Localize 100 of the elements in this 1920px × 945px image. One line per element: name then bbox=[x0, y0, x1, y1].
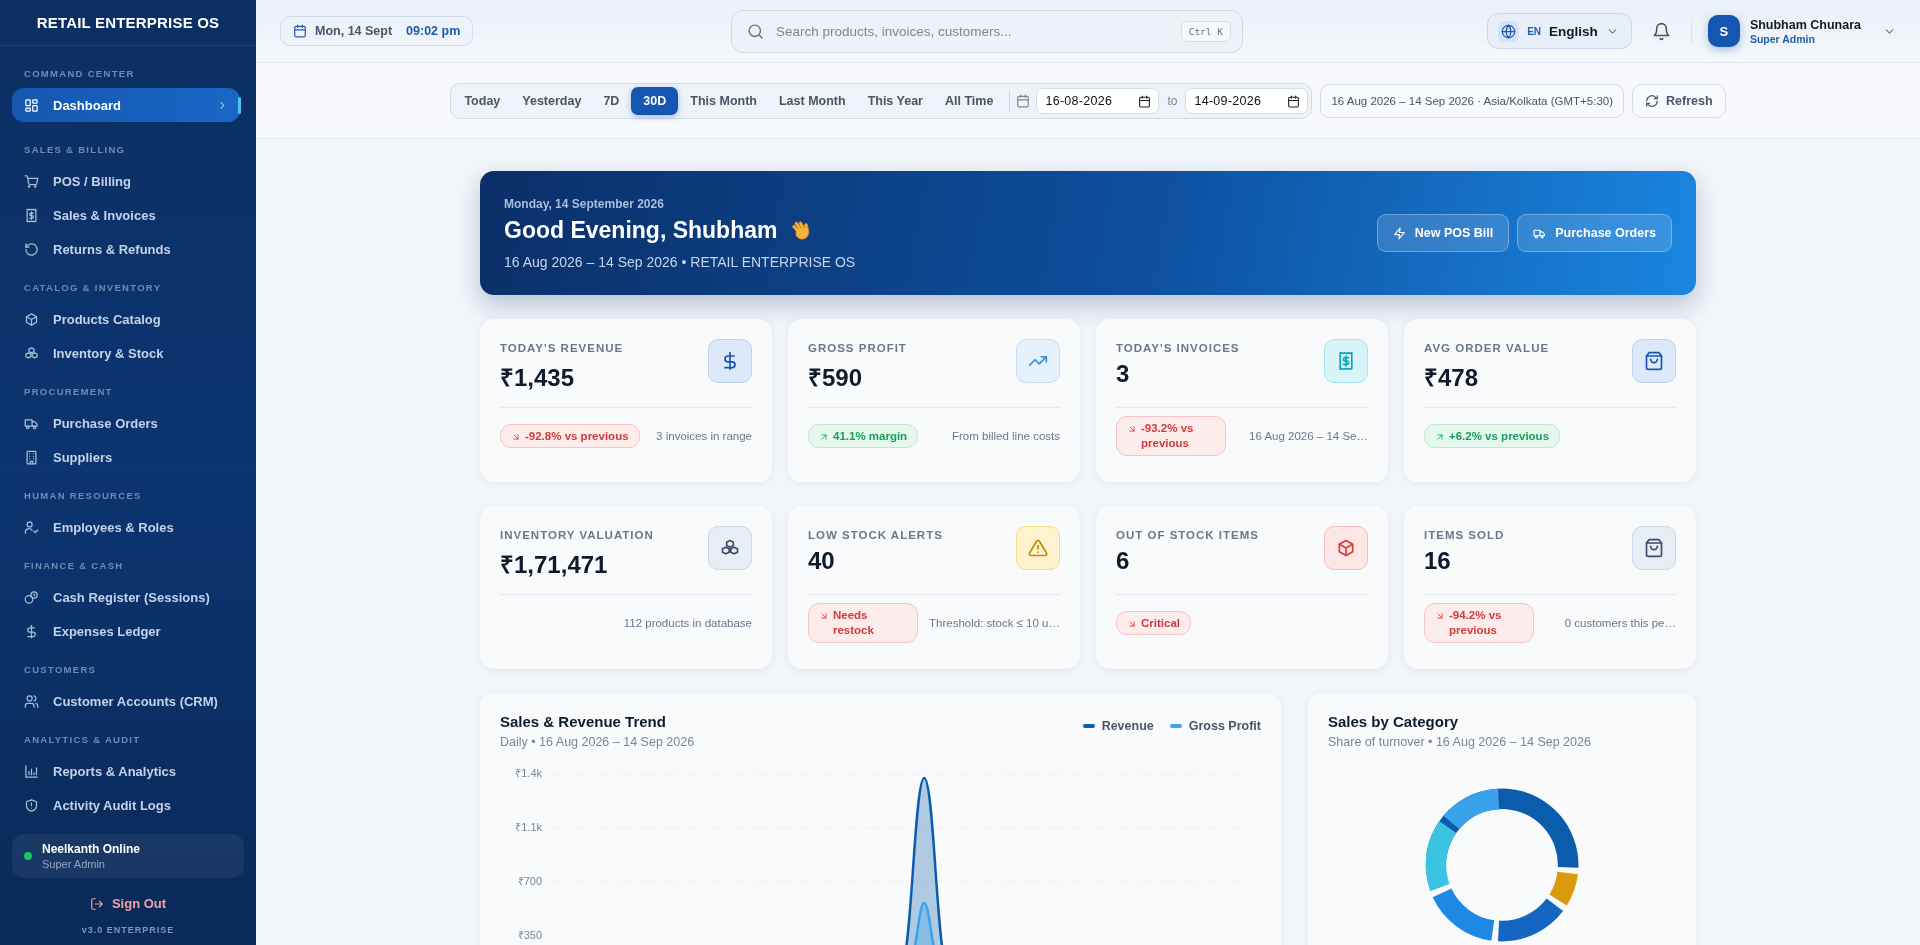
arrow-down-right-icon bbox=[511, 431, 521, 442]
range-tab[interactable]: Yesterday bbox=[512, 86, 592, 115]
axis-label: ₹350 bbox=[516, 928, 542, 943]
range-tab[interactable]: Today bbox=[454, 86, 511, 115]
shield-icon bbox=[24, 797, 39, 813]
stat-label: TODAY'S INVOICES bbox=[1116, 342, 1240, 354]
arrow-up-right-icon bbox=[1435, 431, 1445, 442]
trend-badge: +6.2% vs previous bbox=[1424, 423, 1561, 449]
dashboard-icon bbox=[24, 97, 39, 113]
to-label: to bbox=[1167, 93, 1178, 108]
greeting-title: Good Evening, Shubham bbox=[504, 216, 778, 244]
sidebar-item[interactable]: Dashboard bbox=[12, 88, 240, 122]
range-tab[interactable]: This Month bbox=[680, 86, 767, 115]
arrow-down-right-icon bbox=[1435, 611, 1445, 622]
sidebar-item[interactable]: Products Catalog bbox=[12, 302, 240, 336]
axis-label: ₹1.1k bbox=[514, 820, 542, 835]
sidebar-item[interactable]: Sales & Invoices bbox=[12, 198, 240, 232]
calendar-icon bbox=[1287, 94, 1301, 108]
sidebar-item[interactable]: Reports & Analytics bbox=[12, 754, 240, 788]
avatar: S bbox=[1707, 15, 1740, 47]
sidebar-item[interactable]: Cash Register (Sessions) bbox=[12, 580, 240, 614]
sidebar-item[interactable]: Customer Accounts (CRM) bbox=[12, 684, 240, 718]
language-selector[interactable]: EN English bbox=[1487, 13, 1632, 49]
building-icon bbox=[24, 449, 39, 465]
sidebar-item[interactable]: Returns & Refunds bbox=[12, 232, 240, 266]
shopping-bag-icon bbox=[1644, 351, 1664, 371]
arrow-down-right-icon bbox=[819, 611, 829, 622]
axis-label: ₹1.4k bbox=[514, 766, 542, 781]
trend-badge: -94.2% vs previous bbox=[1424, 603, 1534, 643]
coins-icon bbox=[24, 589, 39, 605]
trend-badge: -92.8% vs previous bbox=[500, 423, 640, 449]
user-menu[interactable]: S Shubham Chunara Super Admin bbox=[1707, 15, 1896, 47]
section-heading: CATALOG & INVENTORY bbox=[23, 281, 163, 295]
arrow-up-right-icon bbox=[819, 431, 829, 442]
subtitle: 16 Aug 2026 – 14 Sep 2026 • RETAIL ENTERPRISE OS bbox=[504, 253, 856, 270]
range-tab[interactable]: Last Month bbox=[768, 86, 856, 115]
section-heading: SALES & BILLING bbox=[23, 143, 127, 157]
refresh-button[interactable]: Refresh bbox=[1632, 83, 1726, 118]
calendar-icon bbox=[1016, 93, 1031, 108]
boxes-icon bbox=[720, 538, 740, 558]
stat-label: INVENTORY VALUATION bbox=[500, 529, 654, 541]
chart-subtitle: Share of turnover • 16 Aug 2026 – 14 Sep 2026 bbox=[1328, 735, 1592, 749]
bar-chart-icon bbox=[24, 763, 39, 779]
sidebar-item[interactable]: Purchase Orders bbox=[12, 406, 240, 440]
refresh-icon bbox=[1645, 93, 1660, 108]
stat-label: ITEMS SOLD bbox=[1424, 529, 1505, 541]
section-heading: ANALYTICS & AUDIT bbox=[23, 733, 142, 747]
undo-icon bbox=[24, 241, 39, 257]
time-text: 09:02 pm bbox=[406, 24, 461, 38]
stat-note: From billed line costs bbox=[952, 430, 1060, 442]
calendar-icon bbox=[293, 24, 307, 38]
version-label: v3.0 ENTERPRISE bbox=[80, 925, 176, 935]
sign-out-button[interactable]: Sign Out bbox=[83, 892, 173, 915]
legend-label: Gross Profit bbox=[1188, 719, 1261, 733]
stat-note: 0 customers this pe… bbox=[1564, 617, 1676, 629]
action-button[interactable]: Purchase Orders bbox=[1517, 214, 1672, 252]
date-input[interactable]: 16-08-2026 bbox=[1036, 87, 1160, 114]
legend-label: Revenue bbox=[1101, 719, 1154, 733]
lightning-icon bbox=[1392, 226, 1406, 240]
calendar-icon bbox=[1138, 94, 1152, 108]
date-text: Mon, 14 Sept bbox=[315, 24, 393, 38]
cart-icon bbox=[24, 173, 39, 189]
stat-label: TODAY'S REVENUE bbox=[500, 342, 624, 354]
stat-label: GROSS PROFIT bbox=[808, 342, 907, 354]
sidebar-item[interactable]: Employees & Roles bbox=[12, 510, 240, 544]
user-check-icon bbox=[24, 519, 39, 535]
sidebar-item[interactable]: Inventory & Stock bbox=[12, 336, 240, 370]
receipt-icon bbox=[24, 207, 39, 223]
stat-value: 3 bbox=[1116, 360, 1131, 388]
stat-note: 16 Aug 2026 – 14 Se… bbox=[1249, 430, 1368, 442]
sidebar-item[interactable]: Suppliers bbox=[12, 440, 240, 474]
section-heading: FINANCE & CASH bbox=[23, 559, 125, 573]
stat-value: 6 bbox=[1116, 547, 1131, 575]
chart-subtitle: Daily • 16 Aug 2026 – 14 Sep 2026 bbox=[500, 735, 695, 749]
globe-icon bbox=[1501, 23, 1517, 39]
stat-note: 112 products in database bbox=[623, 617, 752, 629]
sidebar-item[interactable]: POS / Billing bbox=[12, 164, 240, 198]
action-button[interactable]: New POS Bill bbox=[1376, 214, 1510, 252]
sidebar-item[interactable]: Expenses Ledger bbox=[12, 614, 240, 648]
section-heading: CUSTOMERS bbox=[23, 663, 98, 677]
chart-title: Sales & Revenue Trend bbox=[500, 713, 667, 730]
section-heading: COMMAND CENTER bbox=[23, 67, 136, 81]
trend-badge: 41.1% margin bbox=[808, 423, 919, 449]
range-tab[interactable]: All Time bbox=[935, 86, 1004, 115]
date-input[interactable]: 14-09-2026 bbox=[1185, 87, 1309, 114]
stat-value: ₹478 bbox=[1424, 363, 1480, 393]
stat-value: 16 bbox=[1424, 547, 1452, 575]
stat-value: ₹590 bbox=[808, 363, 864, 393]
user-name: Neelkanth Online bbox=[42, 842, 141, 856]
trend-badge: Critical bbox=[1116, 610, 1191, 636]
range-tab[interactable]: 30D bbox=[631, 86, 679, 115]
stat-label: OUT OF STOCK ITEMS bbox=[1116, 529, 1259, 541]
stat-note: Threshold: stock ≤ 10 u… bbox=[929, 617, 1060, 629]
trend-badge: -93.2% vs previous bbox=[1116, 416, 1226, 456]
range-tab[interactable]: This Year bbox=[857, 86, 933, 115]
chart-title: Sales by Category bbox=[1328, 713, 1460, 730]
sidebar-item[interactable]: Activity Audit Logs bbox=[12, 788, 240, 822]
section-heading: HUMAN RESOURCES bbox=[23, 489, 143, 503]
range-tab[interactable]: 7D bbox=[593, 86, 630, 115]
arrow-down-right-icon bbox=[1127, 424, 1137, 435]
